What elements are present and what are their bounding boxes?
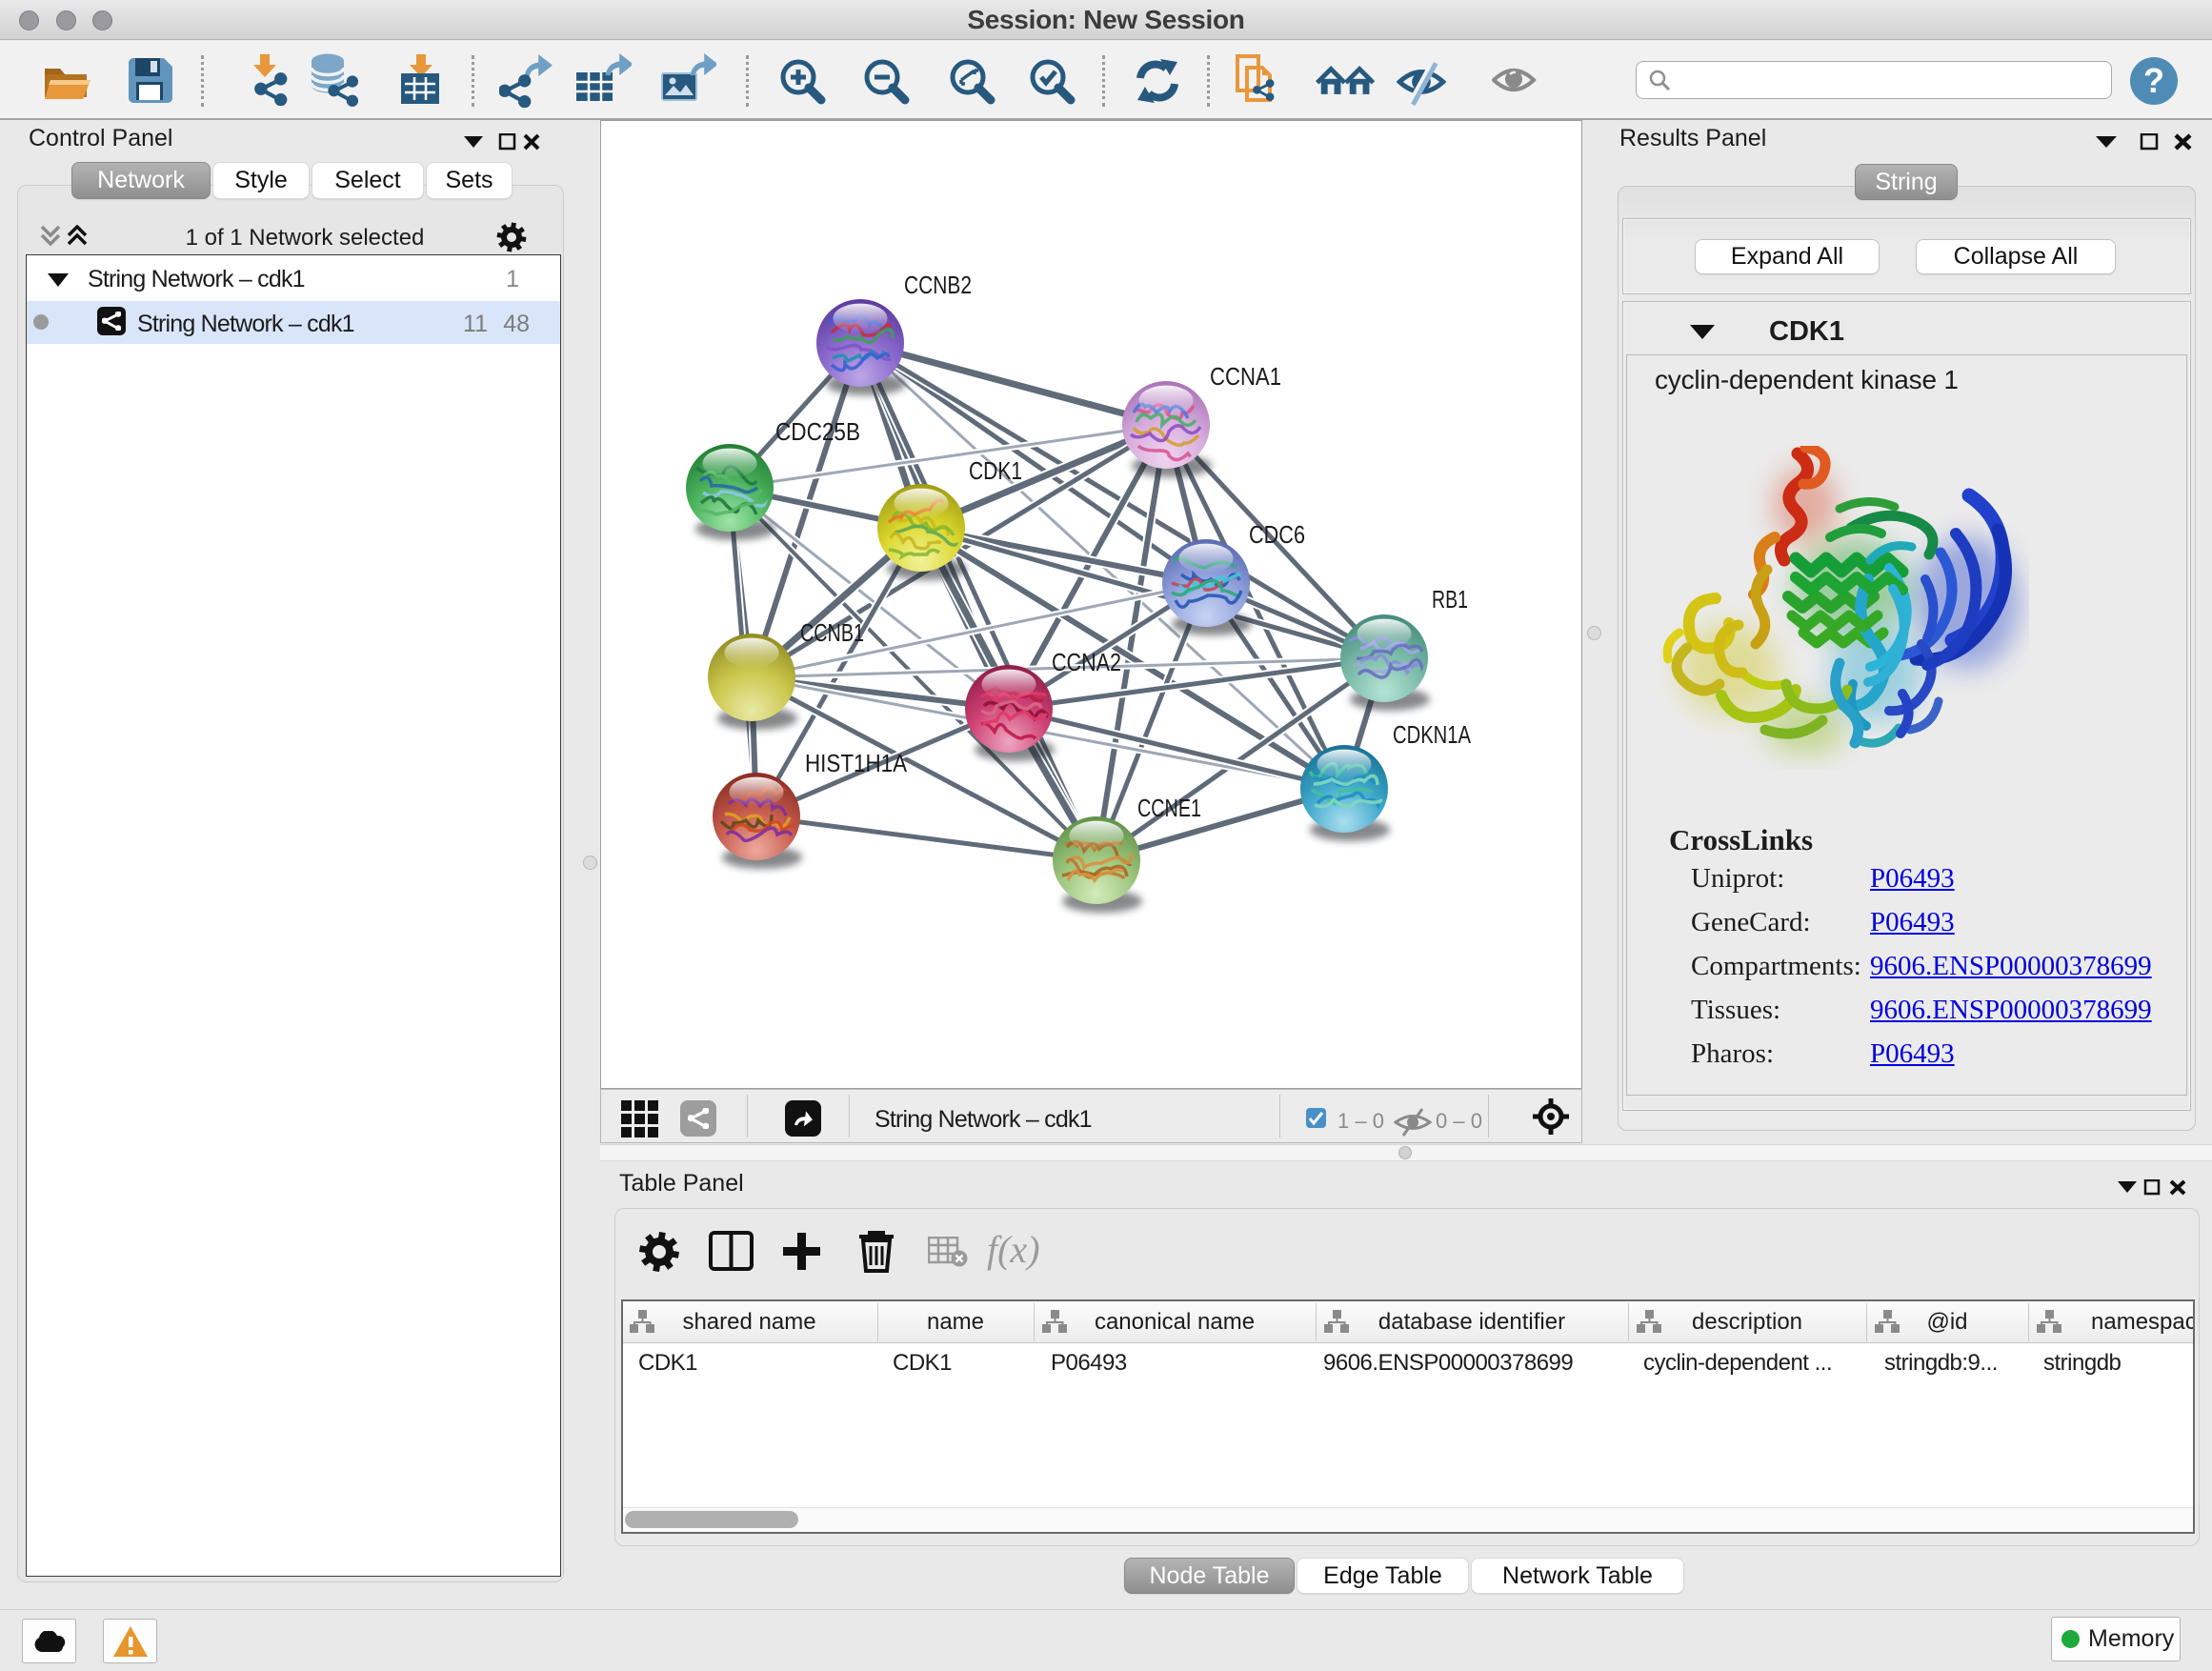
svg-text:CCNA1: CCNA1: [1210, 362, 1281, 391]
svg-text:RB1: RB1: [1432, 585, 1468, 614]
svg-text:CCNB2: CCNB2: [904, 271, 972, 299]
svg-text:CDKN1A: CDKN1A: [1393, 720, 1472, 749]
svg-text:CDK1: CDK1: [969, 456, 1022, 485]
svg-text:CDC25B: CDC25B: [775, 417, 860, 446]
svg-text:CDC6: CDC6: [1249, 520, 1305, 549]
svg-text:?: ?: [2143, 61, 2164, 100]
svg-text:CCNE1: CCNE1: [1137, 794, 1201, 822]
svg-text:HIST1H1A: HIST1H1A: [805, 749, 908, 777]
svg-text:CCNA2: CCNA2: [1052, 648, 1121, 676]
svg-text:CCNB1: CCNB1: [800, 618, 864, 647]
